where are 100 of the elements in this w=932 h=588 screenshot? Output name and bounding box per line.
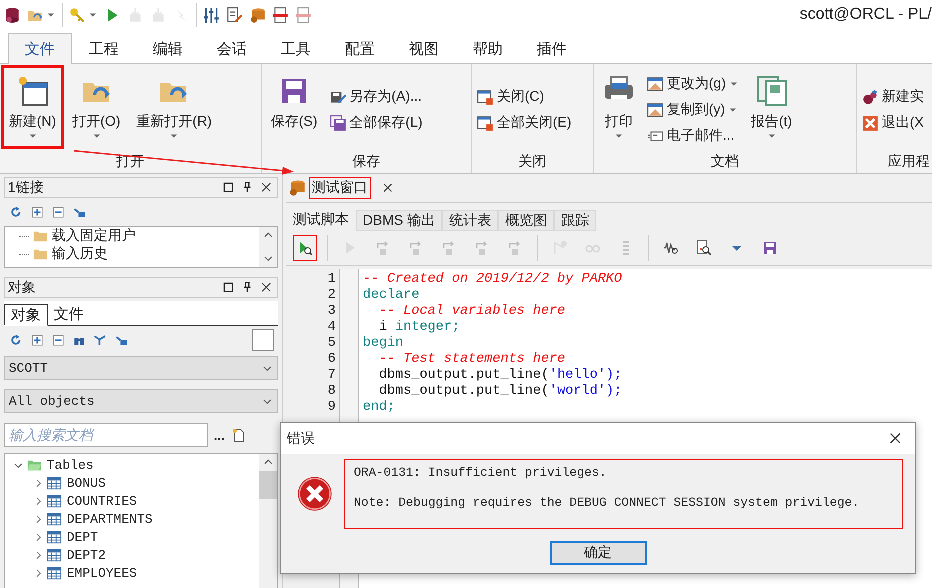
collapse-icon[interactable]: [52, 206, 65, 218]
tree-item[interactable]: DEPT: [65, 530, 100, 544]
maximize-icon[interactable]: [222, 181, 235, 194]
ribbon-button[interactable]: 保存(S): [265, 67, 324, 147]
ribbon-button[interactable]: 更改为(g): [645, 74, 742, 94]
code-line: declare: [363, 288, 421, 304]
search-field[interactable]: 输入搜索文档: [4, 423, 208, 447]
ribbon-button[interactable]: 打开(O): [66, 67, 127, 147]
line-number: 7: [326, 368, 336, 384]
toolbar-button[interactable]: [294, 236, 316, 260]
ribbon-tab[interactable]: 编辑: [136, 34, 200, 64]
ribbon-tab[interactable]: 文件: [8, 33, 72, 64]
table-icon: [47, 494, 62, 508]
owner-dropdown[interactable]: SCOTT: [4, 356, 278, 380]
expand-icon[interactable]: [31, 334, 44, 346]
panel-tab[interactable]: 对象: [4, 304, 48, 326]
sub-tab[interactable]: DBMS 输出: [356, 210, 442, 231]
more-button[interactable]: ...: [214, 428, 225, 442]
window-title: scott@ORCL - PL/: [800, 6, 932, 24]
sub-tab[interactable]: 统计表: [442, 210, 498, 231]
gears-icon: [862, 88, 879, 106]
ribbon-button[interactable]: 复制到(y): [645, 100, 742, 120]
floppy-disks-icon: [330, 114, 347, 132]
code-line: -- Test statements here: [378, 352, 567, 368]
code-line: end;: [363, 400, 396, 416]
code-line: dbms_output.put_line('world');: [378, 384, 622, 400]
step-icon: [408, 240, 424, 256]
ok-button[interactable]: 确定: [550, 541, 646, 565]
close-icon[interactable]: [260, 181, 273, 194]
exit-icon: [862, 114, 879, 132]
tree-item[interactable]: DEPT2: [65, 548, 108, 562]
ribbon-tab[interactable]: 工程: [72, 34, 136, 64]
ribbon-button[interactable]: 新建(N): [3, 67, 62, 147]
step-icon: [375, 240, 391, 256]
document-icon[interactable]: [295, 6, 312, 24]
sub-tab[interactable]: 跟踪: [554, 210, 596, 231]
group-label: 应用程: [888, 153, 930, 169]
ribbon-tab[interactable]: 帮助: [456, 34, 520, 64]
group-label: 关闭: [518, 153, 546, 169]
tree-item[interactable]: Tables: [45, 458, 96, 472]
line-number: 9: [326, 400, 336, 416]
sliders-icon[interactable]: [203, 6, 220, 24]
step-icon: [441, 240, 457, 256]
code-line: begin: [363, 336, 405, 352]
new-document-icon[interactable]: [230, 427, 247, 443]
document-pen-icon[interactable]: [226, 6, 243, 24]
ribbon-button[interactable]: 全部关闭(E): [475, 113, 574, 133]
line-number: 2: [326, 288, 336, 304]
tree-item[interactable]: EMPLOYEES: [65, 566, 140, 580]
table-icon: [47, 512, 62, 526]
code-line: dbms_output.put_line('hello');: [378, 368, 622, 384]
refresh-icon[interactable]: [10, 334, 23, 346]
scrollbar[interactable]: [259, 454, 277, 588]
ribbon-button[interactable]: 电子邮件...: [645, 126, 742, 146]
tree-item[interactable]: COUNTRIES: [65, 494, 140, 508]
scroll-thumb[interactable]: [259, 471, 277, 499]
tree-item[interactable]: 输入历史: [52, 245, 108, 263]
ribbon-tab[interactable]: 插件: [520, 34, 584, 64]
key-icon[interactable]: [69, 6, 86, 24]
collapse-icon[interactable]: [52, 334, 65, 346]
ribbon-button[interactable]: 退出(X: [860, 113, 926, 133]
expand-icon[interactable]: [31, 206, 44, 218]
database-gear-icon[interactable]: [249, 6, 266, 24]
sub-tab[interactable]: 概览图: [498, 210, 554, 231]
line-number: 6: [326, 352, 336, 368]
tree-item[interactable]: 载入固定用户: [52, 227, 136, 245]
panel-title: 对象: [8, 278, 36, 296]
ribbon-tab[interactable]: 工具: [264, 34, 328, 64]
ribbon-button[interactable]: 关闭(C): [475, 87, 574, 107]
ribbon-button[interactable]: 全部保存(L): [328, 113, 425, 133]
close-icon[interactable]: [382, 182, 394, 194]
maximize-icon[interactable]: [222, 281, 235, 294]
code-line: -- Local variables here: [378, 304, 567, 320]
document-icon[interactable]: [272, 6, 289, 24]
ribbon-tab[interactable]: 视图: [392, 34, 456, 64]
ribbon-tab[interactable]: 会话: [200, 34, 264, 64]
close-icon[interactable]: [888, 431, 903, 446]
ribbon-button[interactable]: 另存为(A)...: [328, 87, 425, 107]
ribbon-button[interactable]: 重新打开(R): [130, 67, 218, 147]
tree-item[interactable]: BONUS: [65, 476, 108, 490]
blank-square-button[interactable]: [252, 329, 274, 351]
dialog-title: 错误: [287, 430, 315, 448]
close-icon[interactable]: [260, 281, 273, 294]
line-number: 8: [326, 384, 336, 400]
picture-icon: [647, 76, 664, 92]
ribbon-button[interactable]: 新建实: [860, 87, 926, 107]
filter-dropdown[interactable]: All objects: [4, 389, 278, 413]
panel-tab[interactable]: 文件: [48, 303, 90, 325]
tree-item[interactable]: DEPARTMENTS: [65, 512, 155, 526]
line-number: 1: [326, 272, 336, 288]
document-tab[interactable]: 测试窗口: [310, 178, 370, 198]
ribbon-button[interactable]: 打印: [597, 67, 641, 147]
refresh-icon[interactable]: [10, 206, 23, 218]
scrollbar[interactable]: [259, 227, 277, 267]
ribbon-tab[interactable]: 配置: [328, 34, 392, 64]
ribbon-button[interactable]: 报告(t): [745, 67, 798, 147]
window-close-icon: [477, 88, 494, 106]
filter-icon[interactable]: [94, 334, 107, 346]
table-icon: [47, 476, 62, 490]
database-icon[interactable]: [4, 6, 21, 24]
